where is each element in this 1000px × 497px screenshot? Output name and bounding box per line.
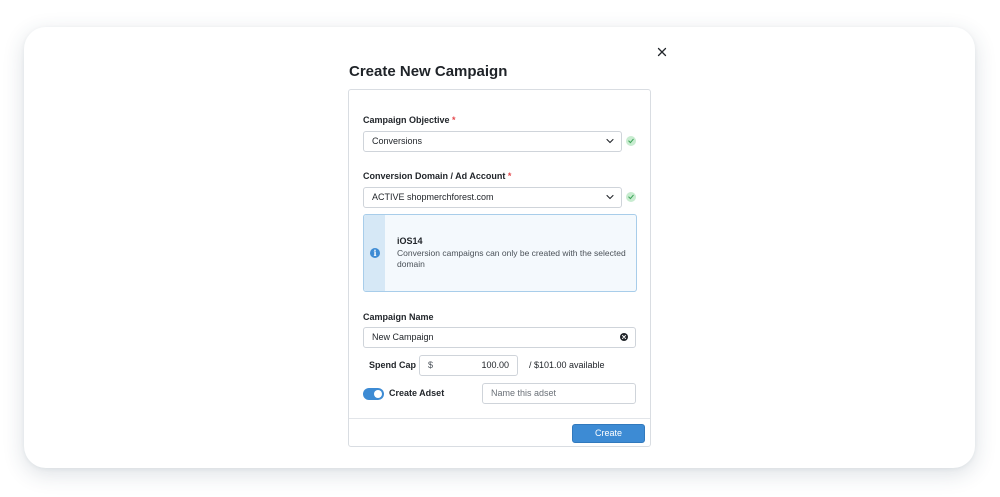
clear-icon[interactable] xyxy=(620,333,628,341)
objective-label-text: Campaign Objective xyxy=(363,115,450,125)
domain-select[interactable]: ACTIVE shopmerchforest.com xyxy=(363,187,622,208)
info-icon: i xyxy=(370,248,380,258)
chevron-down-icon xyxy=(606,194,614,200)
campaign-name-input[interactable]: New Campaign xyxy=(363,327,636,348)
spend-cap-value: 100.00 xyxy=(481,360,509,370)
domain-label-text: Conversion Domain / Ad Account xyxy=(363,171,506,181)
required-mark: * xyxy=(452,115,456,125)
domain-value: ACTIVE shopmerchforest.com xyxy=(372,192,494,202)
adset-name-input[interactable]: Name this adset xyxy=(482,383,636,404)
objective-select[interactable]: Conversions xyxy=(363,131,622,152)
create-adset-label: Create Adset xyxy=(389,388,445,398)
notice-body: Conversion campaigns can only be created… xyxy=(397,248,626,269)
spend-cap-label: Spend Cap xyxy=(369,360,417,370)
toggle-knob xyxy=(374,390,382,398)
dialog-title: Create New Campaign xyxy=(349,63,508,80)
objective-value: Conversions xyxy=(372,136,423,146)
spend-cap-input[interactable]: $ 100.00 xyxy=(419,355,518,376)
create-adset-toggle[interactable] xyxy=(363,388,384,400)
objective-valid-icon xyxy=(626,136,636,146)
close-button[interactable] xyxy=(655,45,669,59)
campaign-name-value: New Campaign xyxy=(372,332,434,342)
campaign-form: Campaign Objective * Conversions Convers… xyxy=(348,89,651,447)
objective-label: Campaign Objective * xyxy=(363,115,456,125)
domain-label: Conversion Domain / Ad Account * xyxy=(363,171,511,181)
domain-valid-icon xyxy=(626,192,636,202)
close-icon xyxy=(657,47,667,57)
required-mark: * xyxy=(507,171,512,181)
notice-title: iOS14 xyxy=(397,236,423,246)
chevron-down-icon xyxy=(606,138,614,144)
ios14-notice: i iOS14 Conversion campaigns can only be… xyxy=(363,214,637,292)
campaign-name-label: Campaign Name xyxy=(363,312,434,322)
footer-divider xyxy=(349,418,650,419)
create-button[interactable]: Create xyxy=(572,424,645,443)
spend-cap-available: / $101.00 available xyxy=(529,360,605,370)
currency-symbol: $ xyxy=(428,360,434,370)
